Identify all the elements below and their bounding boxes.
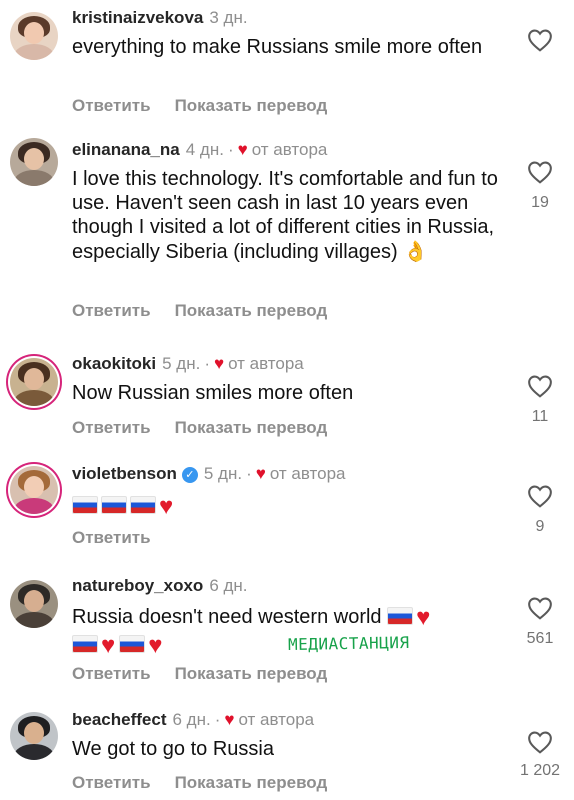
russia-flag-icon bbox=[72, 635, 98, 653]
like-count: 19 bbox=[531, 194, 549, 211]
russia-flag-icon bbox=[119, 635, 146, 653]
show-translation-button[interactable]: Показать перевод bbox=[175, 418, 328, 437]
like-count: 9 bbox=[535, 518, 545, 535]
like-count: 561 bbox=[526, 630, 554, 647]
reply-button[interactable]: Ответить bbox=[72, 418, 151, 437]
author-like-label: от автора bbox=[238, 710, 315, 729]
comment-meta: violetbenson ✓ 5 дн. · ♥ от автора bbox=[72, 464, 494, 484]
like-button[interactable] bbox=[522, 28, 558, 52]
show-translation-button[interactable]: Показать перевод bbox=[175, 96, 328, 115]
russia-flag-icon bbox=[72, 496, 98, 514]
timestamp: 3 дн. bbox=[209, 8, 248, 27]
heart-filled-icon: ♥ bbox=[224, 710, 235, 729]
username[interactable]: natureboy_xoxo bbox=[72, 576, 203, 595]
comment-actions: Ответить Показать перевод bbox=[72, 664, 327, 684]
username[interactable]: okaokitoki bbox=[72, 354, 156, 373]
red-heart-emoji: ♥ bbox=[416, 604, 431, 631]
show-translation-button[interactable]: Показать перевод bbox=[175, 773, 328, 792]
heart-outline-icon bbox=[528, 485, 552, 508]
author-like-label: от автора bbox=[269, 464, 346, 483]
username[interactable]: kristinaizvekova bbox=[72, 8, 203, 27]
timestamp: 5 дн. bbox=[162, 354, 201, 373]
separator-dot: · bbox=[227, 140, 234, 159]
comment-text: I love this technology. It's comfortable… bbox=[72, 167, 502, 264]
comment-text: Now Russian smiles more often bbox=[72, 382, 354, 404]
reply-button[interactable]: Ответить bbox=[72, 96, 151, 115]
comment-actions: Ответить Показать перевод bbox=[72, 96, 327, 116]
show-translation-button[interactable]: Показать перевод bbox=[175, 301, 328, 320]
verified-badge-icon: ✓ bbox=[181, 467, 198, 483]
heart-filled-icon: ♥ bbox=[213, 354, 225, 373]
avatar[interactable] bbox=[10, 466, 58, 514]
heart-outline-icon bbox=[528, 731, 552, 754]
username[interactable]: beacheffect bbox=[72, 710, 166, 729]
timestamp: 5 дн. bbox=[203, 464, 243, 483]
red-heart-emoji: ♥ bbox=[101, 632, 116, 659]
russia-flag-icon bbox=[101, 496, 127, 514]
comment-actions: Ответить bbox=[72, 528, 151, 548]
avatar[interactable] bbox=[10, 358, 58, 406]
red-heart-emoji: ♥ bbox=[159, 493, 174, 520]
comment-text-body: Russia doesn't need western world bbox=[72, 606, 382, 628]
comment-meta: beacheffect 6 дн. · ♥ от автора bbox=[72, 710, 494, 730]
like-button[interactable]: 11 bbox=[522, 374, 558, 426]
watermark: МЕДИАСТАНЦИЯ bbox=[287, 632, 410, 655]
heart-outline-icon bbox=[528, 161, 552, 184]
separator-dot: · bbox=[214, 710, 221, 729]
timestamp: 6 дн. bbox=[172, 710, 211, 729]
separator-dot: · bbox=[246, 464, 252, 483]
like-count: 11 bbox=[531, 408, 549, 425]
reply-button[interactable]: Ответить bbox=[72, 773, 151, 792]
comment-actions: Ответить Показать перевод bbox=[72, 418, 327, 438]
comment-text: ♥ bbox=[72, 493, 494, 520]
red-heart-emoji: ♥ bbox=[148, 632, 163, 659]
reply-button[interactable]: Ответить bbox=[72, 664, 151, 683]
heart-filled-icon: ♥ bbox=[237, 140, 248, 159]
avatar[interactable] bbox=[10, 12, 58, 60]
like-button[interactable]: 19 bbox=[522, 160, 558, 212]
reply-button[interactable]: Ответить bbox=[72, 301, 151, 320]
username[interactable]: violetbenson bbox=[72, 464, 177, 483]
avatar[interactable] bbox=[10, 712, 58, 760]
ok-hand-emoji: 👌 bbox=[403, 239, 429, 263]
like-button[interactable]: 561 bbox=[522, 596, 558, 648]
like-count: 1 202 bbox=[519, 762, 561, 779]
russia-flag-icon bbox=[130, 496, 156, 514]
show-translation-button[interactable]: Показать перевод bbox=[175, 664, 328, 683]
comment-actions: Ответить Показать перевод bbox=[72, 773, 327, 793]
username[interactable]: elinanana_na bbox=[72, 140, 180, 159]
comment-text-body: I love this technology. It's comfortable… bbox=[72, 168, 498, 263]
russia-flag-icon bbox=[387, 607, 414, 625]
heart-outline-icon bbox=[528, 29, 552, 52]
comment-text: everything to make Russians smile more o… bbox=[72, 36, 483, 58]
timestamp: 4 дн. bbox=[185, 140, 224, 159]
separator-dot: · bbox=[204, 354, 210, 373]
comment-meta: kristinaizvekova 3 дн. bbox=[72, 8, 494, 28]
timestamp: 6 дн. bbox=[209, 576, 248, 595]
comment-text: We got to go to Russia bbox=[72, 738, 274, 760]
avatar[interactable] bbox=[10, 138, 58, 186]
heart-filled-icon: ♥ bbox=[255, 464, 266, 483]
comment-actions: Ответить Показать перевод bbox=[72, 301, 327, 321]
heart-outline-icon bbox=[528, 375, 552, 398]
heart-outline-icon bbox=[528, 597, 552, 620]
avatar[interactable] bbox=[10, 580, 58, 628]
author-like-label: от автора bbox=[228, 354, 304, 373]
like-button[interactable]: 1 202 bbox=[512, 730, 568, 780]
comment-meta: okaokitoki 5 дн. · ♥ от автора bbox=[72, 354, 494, 374]
comment-meta: natureboy_xoxo 6 дн. bbox=[72, 576, 514, 596]
reply-button[interactable]: Ответить bbox=[72, 528, 151, 547]
comment-meta: elinanana_na 4 дн. · ♥ от автора bbox=[72, 140, 502, 160]
like-button[interactable]: 9 bbox=[522, 484, 558, 536]
author-like-label: от автора bbox=[251, 140, 328, 159]
